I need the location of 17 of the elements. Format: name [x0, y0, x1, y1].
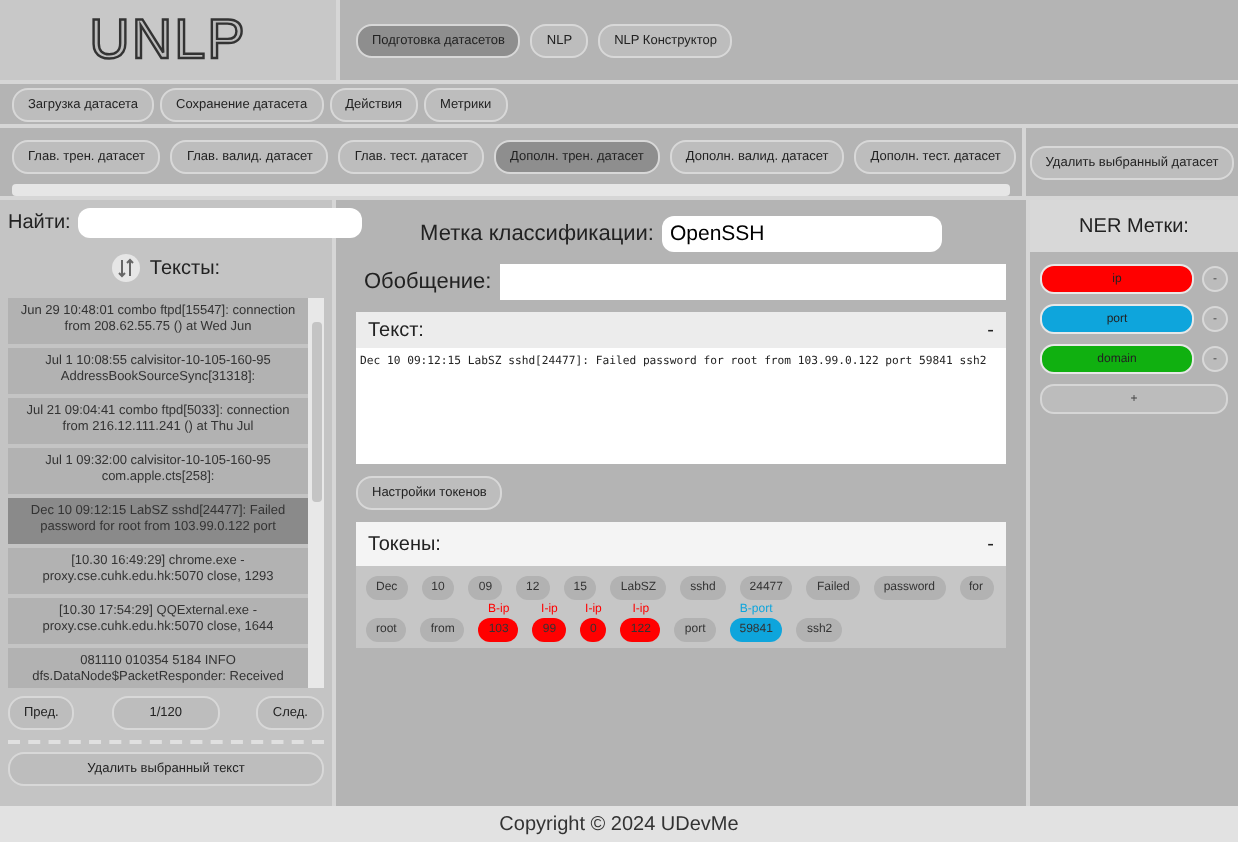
vertical-scrollbar[interactable] — [308, 298, 324, 688]
text-section-title: Текст: — [368, 319, 424, 341]
ner-title: NER Метки: — [1030, 200, 1238, 252]
search-label: Найти: — [8, 212, 71, 234]
collapse-toggle[interactable]: - — [987, 533, 994, 555]
texts-title: Тексты: — [149, 257, 221, 279]
search-field[interactable] — [78, 208, 363, 238]
collapse-toggle[interactable]: - — [987, 319, 994, 341]
summary-label: Обобщение: — [364, 270, 492, 294]
logo: UNLP — [0, 0, 340, 80]
sort-icon[interactable] — [111, 254, 140, 282]
tokens-section-title: Токены: — [368, 533, 441, 555]
horizontal-scrollbar[interactable] — [12, 184, 1010, 196]
summary-field[interactable] — [499, 264, 1006, 300]
footer-copyright: Copyright © 2024 UDevMe — [0, 806, 1238, 842]
class-field[interactable]: OpenSSH — [661, 216, 942, 252]
class-label: Метка классификации: — [420, 222, 654, 246]
